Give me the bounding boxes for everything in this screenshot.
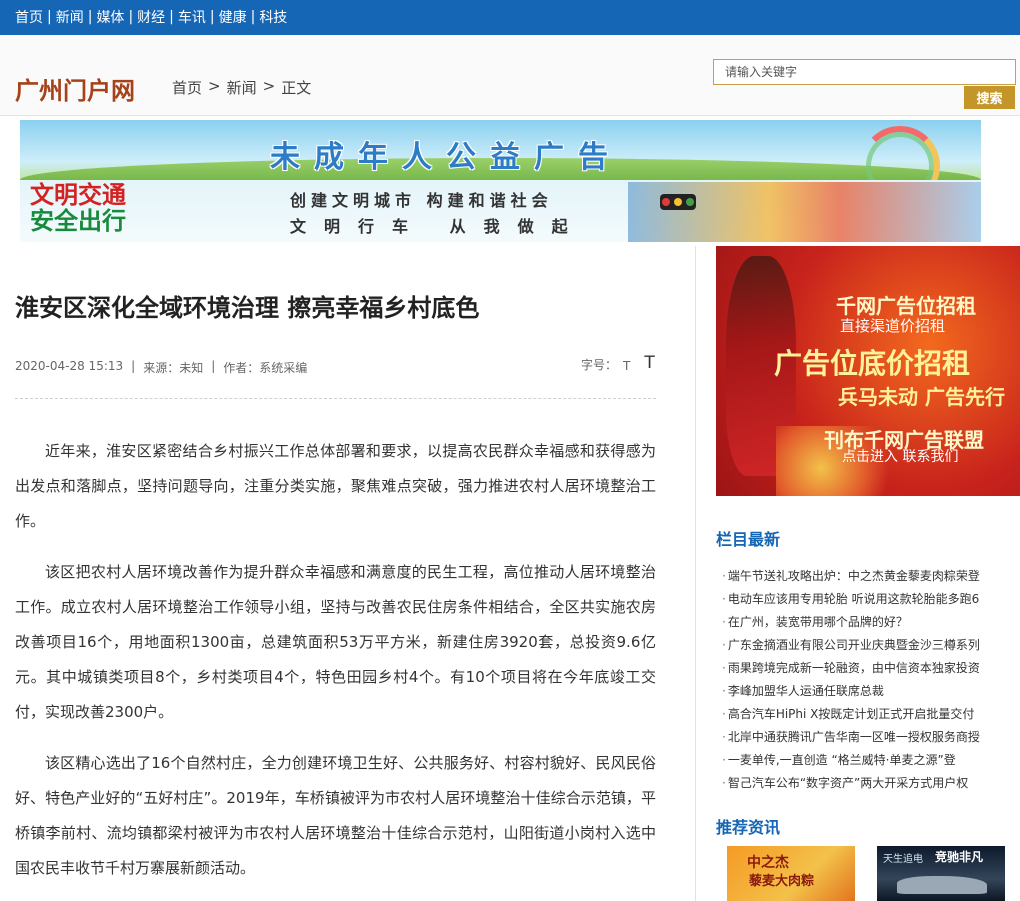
article-paragraph: 该区把农村人居环境改善作为提升群众幸福感和满意度的民生工程，高位推动人居环境整治…: [15, 563, 656, 721]
latest-news-item[interactable]: 一麦单传,一直创造 “格兰威特·单麦之源”登: [722, 749, 1020, 772]
search-input[interactable]: [713, 59, 1016, 85]
column-divider: [695, 246, 696, 901]
search-button[interactable]: 搜索: [964, 86, 1015, 109]
recommend-thumb-line1: 中之杰: [747, 855, 789, 871]
traffic-light-icon: [660, 194, 696, 210]
breadcrumb-home[interactable]: 首页: [172, 77, 202, 98]
recommend-thumb-line1: 天生追电: [883, 854, 923, 865]
breadcrumb-news[interactable]: 新闻: [227, 77, 257, 98]
latest-news-item[interactable]: 电动车应该用专用轮胎 听说用这款轮胎能多跑6: [722, 588, 1020, 611]
recommend-thumbnail[interactable]: 天生追电 竞驰非凡: [877, 846, 1005, 901]
font-size-small-button[interactable]: T: [623, 359, 630, 373]
recommend-thumbnail[interactable]: 中之杰 藜麦大肉粽: [727, 846, 855, 901]
latest-news-item[interactable]: 广东金摘酒业有限公司开业庆典暨金沙三樽系列: [722, 634, 1020, 657]
ad-line-2: 直接渠道价招租: [840, 317, 946, 335]
site-logo[interactable]: 广州门户网: [15, 71, 135, 106]
public-service-banner[interactable]: 未成年人公益广告 文明交通 安全出行 创建文明城市 构建和谐社会 文明行车 从我…: [20, 120, 981, 242]
top-nav-bar: 首页 | 新闻 | 媒体 | 财经 | 车讯 | 健康 | 科技: [0, 0, 1020, 35]
banner-slogan-right-line2: 文明行车 从我做起: [290, 217, 586, 236]
latest-news-item[interactable]: 李峰加盟华人运通任联席总裁: [722, 680, 1020, 703]
meta-separator: |: [211, 359, 216, 373]
nav-news[interactable]: 新闻: [56, 7, 84, 27]
banner-title: 未成年人公益广告: [270, 140, 622, 175]
city-illustration: [628, 182, 981, 242]
recommend-section-title: 推荐资讯: [716, 818, 781, 837]
article-source: 来源：未知: [143, 361, 204, 375]
nav-media[interactable]: 媒体: [96, 7, 124, 27]
latest-news-item[interactable]: 高合汽车HiPhi X按既定计划正式开启批量交付: [722, 703, 1020, 726]
banner-slogan-left-line1: 文明交通: [30, 181, 126, 209]
car-illustration: [897, 876, 987, 894]
latest-news-item[interactable]: 在广州，装宽带用哪个品牌的好？: [722, 611, 1020, 634]
latest-news-item[interactable]: 雨果跨境完成新一轮融资，由中信资本独家投资: [722, 657, 1020, 680]
breadcrumb-separator: >: [262, 77, 276, 95]
nav-separator: |: [169, 8, 174, 25]
nav-separator: |: [87, 8, 93, 25]
article-divider: [15, 398, 656, 399]
article-paragraph: 该区精心选出了16个自然村庄，全力创建环境卫生好、公共服务好、村容村貌好、民风民…: [15, 754, 656, 877]
font-size-large-button[interactable]: T: [644, 353, 654, 373]
article-author: 作者：系统采编: [223, 361, 308, 375]
article-meta: 2020-04-28 15:13 | 来源：未知 | 作者：系统采编: [15, 359, 307, 376]
banner-slogan-left-line2: 安全出行: [30, 207, 126, 235]
article-date: 2020-04-28 15:13: [15, 359, 124, 373]
article-title: 淮安区深化全域环境治理 擦亮幸福乡村底色: [15, 294, 480, 322]
nav-separator: |: [128, 8, 134, 25]
nav-separator: |: [47, 8, 52, 25]
latest-news-item[interactable]: 北岸中通获腾讯广告华南一区唯一授权服务商授: [722, 726, 1020, 749]
ad-line-3: 广告位底价招租: [774, 347, 971, 380]
breadcrumb-separator: >: [208, 77, 221, 95]
latest-news-item[interactable]: 智己汽车公布“数字资产”两大开采方式用户权: [722, 772, 1020, 795]
latest-news-list: 端午节送礼攻略出炉：中之杰黄金藜麦肉粽荣登 电动车应该用专用轮胎 听说用这款轮胎…: [722, 565, 1020, 795]
top-nav-items: 首页 | 新闻 | 媒体 | 财经 | 车讯 | 健康 | 科技: [15, 0, 287, 33]
font-size-control: 字号： T T: [581, 353, 655, 373]
site-header: 广州门户网 首页 > 新闻 > 正文 搜索: [0, 35, 1020, 116]
recommend-thumb-line2: 藜麦大肉粽: [749, 874, 815, 889]
banner-slogan-right-line1: 创建文明城市 构建和谐社会: [290, 191, 553, 210]
article-paragraph: 近年来，淮安区紧密结合乡村振兴工作总体部署和要求，以提高农民群众幸福感和获得感为…: [15, 442, 656, 530]
nav-separator: |: [209, 8, 215, 25]
latest-news-item[interactable]: 端午节送礼攻略出炉：中之杰黄金藜麦肉粽荣登: [722, 565, 1020, 588]
ad-line-6: 点击进入 联系我们: [842, 449, 959, 465]
recommend-thumb-line2: 竞驰非凡: [935, 850, 984, 864]
nav-finance[interactable]: 财经: [137, 7, 165, 27]
nav-auto[interactable]: 车讯: [178, 7, 206, 27]
ad-line-4: 兵马未动 广告先行: [838, 385, 1005, 409]
breadcrumb-current: 正文: [281, 79, 312, 97]
article-body: 近年来，淮安区紧密结合乡村振兴工作总体部署和要求，以提高农民群众幸福感和获得感为…: [15, 434, 656, 901]
nav-health[interactable]: 健康: [219, 7, 247, 27]
banner-slogan-right: 创建文明城市 构建和谐社会 文明行车 从我做起: [290, 188, 586, 240]
font-size-label: 字号：: [581, 358, 618, 372]
meta-separator: |: [131, 359, 136, 373]
sidebar-ad[interactable]: 千网广告位招租 直接渠道价招租 广告位底价招租 兵马未动 广告先行 刊布千网广告…: [716, 246, 1020, 496]
breadcrumb: 首页 > 新闻 > 正文: [172, 77, 317, 98]
nav-home[interactable]: 首页: [15, 7, 43, 27]
banner-slogan-left: 文明交通 安全出行: [30, 182, 126, 234]
nav-tech[interactable]: 科技: [259, 7, 287, 27]
latest-section-title: 栏目最新: [716, 530, 781, 549]
nav-separator: |: [250, 8, 256, 25]
